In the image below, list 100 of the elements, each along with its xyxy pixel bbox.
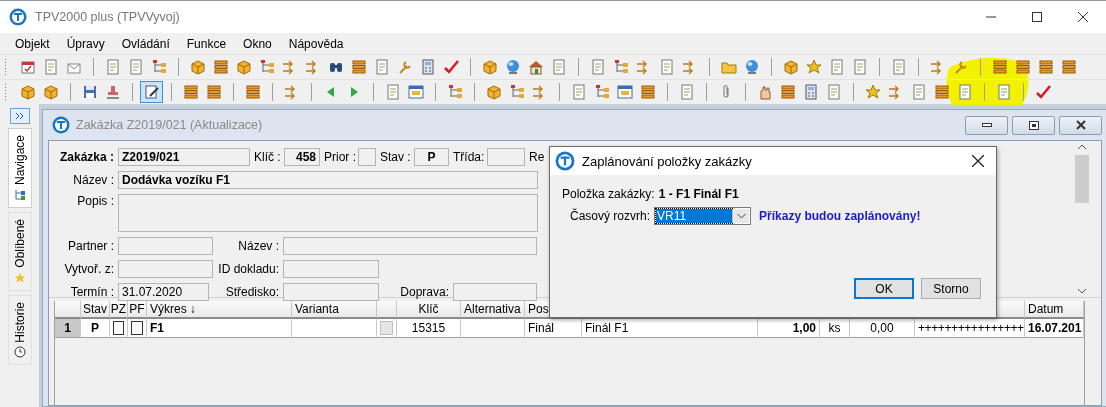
field-label: Re: [529, 150, 543, 164]
column-header[interactable]: Varianta: [292, 301, 377, 319]
table-cell: P: [81, 319, 110, 338]
input-field[interactable]: Z2019/021: [118, 148, 250, 166]
menu-item[interactable]: Ovládání: [114, 36, 177, 51]
input-field[interactable]: [118, 194, 538, 232]
box-icon: [189, 59, 206, 75]
table-cell: 0,00: [850, 319, 915, 338]
document-icon: [127, 59, 144, 75]
document-icon: [890, 59, 907, 75]
check-icon: [1034, 84, 1051, 100]
input-field[interactable]: [118, 237, 213, 255]
maximize-icon: [1032, 12, 1042, 22]
list-icon: [182, 84, 199, 100]
document-icon: [104, 59, 121, 75]
globe-icon: [743, 59, 760, 75]
floppy-icon: [81, 84, 98, 100]
input-field[interactable]: P: [414, 148, 449, 166]
close-icon: [1075, 120, 1086, 130]
list-icon: [639, 84, 656, 100]
column-header[interactable]: PF: [128, 301, 147, 319]
list-icon: [779, 84, 796, 100]
schedule-dropdown[interactable]: VR11: [654, 207, 752, 225]
window-icon: [407, 84, 424, 100]
expand-button[interactable]: [9, 108, 30, 124]
input-field[interactable]: [453, 283, 537, 301]
checkbox[interactable]: [113, 321, 124, 335]
list-icon: [933, 84, 950, 100]
input-field[interactable]: [487, 148, 525, 166]
input-field[interactable]: 458: [284, 148, 320, 166]
document-icon: [910, 84, 927, 100]
dialog-button[interactable]: Storno: [921, 278, 981, 299]
input-field[interactable]: [283, 260, 379, 278]
input-field[interactable]: [283, 283, 379, 301]
table-cell: 16.07.201: [1025, 319, 1084, 338]
dialog-title: Zaplánování položky zakázky: [582, 153, 753, 169]
document-icon: [658, 59, 675, 75]
sidebar-tab[interactable]: Historie: [7, 294, 32, 366]
input-field[interactable]: [283, 237, 537, 255]
field-label: Středisko:: [224, 285, 279, 299]
menu-item[interactable]: Okno: [236, 36, 279, 51]
dialog-button[interactable]: OK: [854, 278, 914, 299]
row-number: 1: [55, 319, 81, 338]
minimize-icon: [981, 123, 992, 127]
box-icon: [19, 84, 36, 100]
list-icon: [212, 59, 229, 75]
calculator-icon: [419, 59, 436, 75]
scrollbar-thumb[interactable]: [1075, 155, 1089, 203]
field-label: Název :: [72, 173, 114, 187]
input-field[interactable]: [358, 148, 376, 166]
house-icon: [527, 59, 544, 75]
column-header[interactable]: Stav: [81, 301, 110, 319]
window-icon: [616, 84, 633, 100]
column-header[interactable]: PZ: [110, 301, 128, 319]
field-label: Třída:: [453, 150, 483, 164]
checkbox[interactable]: [131, 321, 143, 335]
menu-item[interactable]: Objekt: [8, 36, 57, 51]
app-logo-icon: [555, 151, 575, 171]
list-icon: [205, 84, 222, 100]
box-icon: [481, 59, 498, 75]
sidebar-tab[interactable]: Oblíbené: [7, 212, 32, 291]
column-header[interactable]: [377, 301, 397, 319]
input-field[interactable]: [118, 260, 213, 278]
tree-icon: [13, 189, 26, 202]
app-logo-icon: [9, 8, 27, 26]
list-icon: [1037, 59, 1054, 75]
close-icon: [1078, 12, 1088, 22]
folder-icon: [720, 59, 737, 75]
field-label: Partner :: [66, 239, 114, 253]
column-header[interactable]: [55, 301, 81, 319]
menu-item[interactable]: Nápověda: [281, 36, 351, 51]
table-cell: ++++++++++++++++: [915, 319, 1025, 338]
sidebar-tab[interactable]: Navigace: [7, 128, 32, 209]
restore-button[interactable]: [1012, 115, 1055, 135]
document-icon: [995, 84, 1012, 100]
minimize-button[interactable]: [965, 115, 1008, 135]
box-icon: [485, 84, 502, 100]
field-label: Název :: [237, 239, 279, 253]
menu-item[interactable]: Úpravy: [59, 36, 112, 51]
column-header[interactable]: Alternativa: [461, 301, 525, 319]
star-icon: [864, 84, 881, 100]
edit-toggle-button[interactable]: [140, 81, 163, 103]
input-field[interactable]: 31.07.2020: [118, 283, 209, 301]
document-icon: [42, 59, 59, 75]
list-icon: [1060, 59, 1077, 75]
close-button[interactable]: [1059, 115, 1102, 135]
column-header[interactable]: Datum: [1025, 301, 1084, 319]
field-label: Vytvoř. z:: [63, 262, 114, 276]
field-label: Stav :: [380, 150, 410, 164]
column-header[interactable]: Klíč: [397, 301, 461, 319]
menu-item[interactable]: Funkce: [179, 36, 234, 51]
tree-icon: [508, 84, 525, 100]
column-header[interactable]: Výkres ↓: [147, 301, 292, 319]
globe-icon: [504, 59, 521, 75]
table-cell: 1,00: [758, 319, 820, 338]
input-field[interactable]: Dodávka vozíku F1: [118, 171, 538, 189]
document-icon: [550, 59, 567, 75]
field-label: Doprava:: [399, 285, 449, 299]
document-icon: [851, 59, 868, 75]
close-icon[interactable]: [972, 155, 984, 167]
